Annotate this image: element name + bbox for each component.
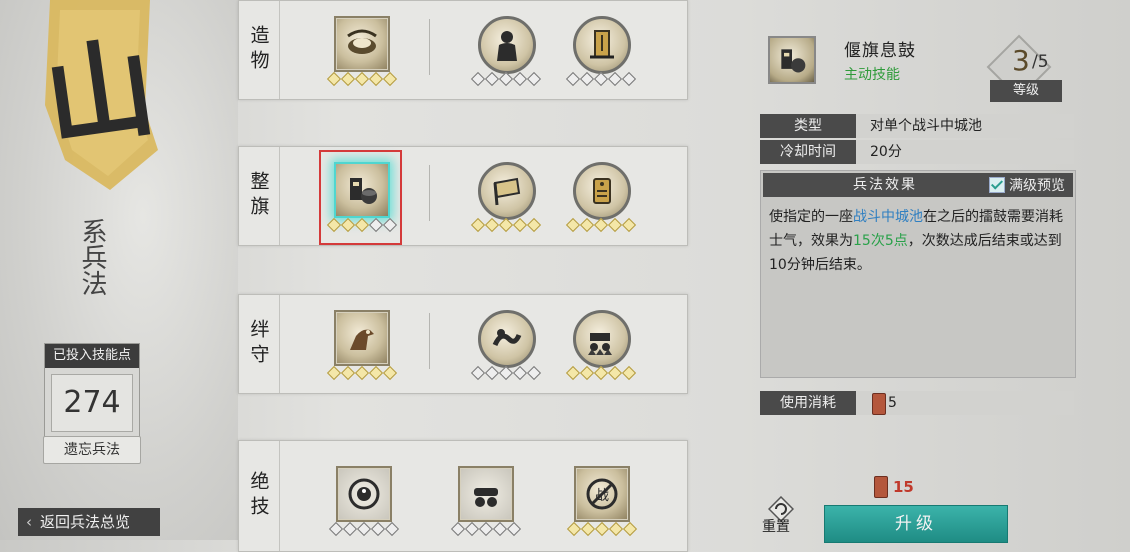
level-diamonds xyxy=(326,71,398,87)
divider xyxy=(429,19,430,75)
cost-value: 5 xyxy=(888,395,897,411)
skill-slot[interactable] xyxy=(470,305,542,389)
soldier-icon xyxy=(478,16,536,74)
skill-points-value: 274 xyxy=(51,374,133,432)
tag-icon xyxy=(573,162,631,220)
type-key: 类型 xyxy=(760,114,856,138)
tablet-icon xyxy=(573,16,631,74)
checkbox-checked-icon[interactable] xyxy=(989,177,1005,193)
effect-header: 兵法效果 满级预览 xyxy=(763,173,1073,197)
cooldown-row: 冷却时间 20分 xyxy=(760,140,1074,164)
skill-row-craft: 造物 xyxy=(238,0,688,100)
skill-slot[interactable] xyxy=(450,461,522,545)
skill-row-banner: 整旗 xyxy=(238,146,688,246)
skill-points-label: 已投入技能点 xyxy=(45,344,139,368)
selection-frame xyxy=(319,150,402,245)
level-diamonds xyxy=(326,365,398,381)
upgrade-token-icon xyxy=(874,476,888,498)
level-diamonds xyxy=(450,521,522,537)
type-row: 类型 对单个战斗中城池 xyxy=(760,114,1074,138)
no-battle-icon: 战 xyxy=(574,466,630,522)
skill-row-ultimate: 绝技 战 xyxy=(238,440,688,552)
forget-skills-button[interactable]: 遗忘兵法 xyxy=(43,436,141,464)
cannon-troop-icon xyxy=(573,310,631,368)
svg-text:战: 战 xyxy=(595,488,609,504)
skill-type: 主动技能 xyxy=(844,67,900,83)
row-label: 绊守 xyxy=(239,295,280,393)
effect-description: 使指定的一座战斗中城池在之后的擂鼓需要消耗士气，效果为15次5点，次数达成后结束… xyxy=(769,209,1063,273)
chevron-left-icon: ‹ xyxy=(26,513,32,531)
school-title: 系兵法 xyxy=(77,218,107,296)
cooldown-value: 20分 xyxy=(870,144,902,160)
cannon-icon xyxy=(458,466,514,522)
skill-slot[interactable] xyxy=(565,11,637,95)
usage-cost-row: 使用消耗 5 xyxy=(760,391,1074,415)
reset-button[interactable]: 重置 xyxy=(758,496,806,536)
level-label: 等级 xyxy=(990,80,1062,102)
effect-panel: 兵法效果 满级预览 使指定的一座战斗中城池在之后的擂鼓需要消耗士气，效果为15次… xyxy=(760,170,1076,378)
skill-slot[interactable] xyxy=(565,157,637,241)
level-diamonds xyxy=(566,521,638,537)
back-to-overview-button[interactable]: ‹ 返回兵法总览 xyxy=(18,508,160,536)
row-label: 绝技 xyxy=(239,441,280,551)
divider xyxy=(429,165,430,221)
token-icon xyxy=(872,393,886,415)
reset-label: 重置 xyxy=(762,519,790,535)
level-diamonds xyxy=(470,365,542,381)
flag-icon xyxy=(478,162,536,220)
preview-label: 满级预览 xyxy=(1009,178,1065,194)
type-value: 对单个战斗中城池 xyxy=(870,118,982,134)
level-diamonds xyxy=(565,217,637,233)
divider xyxy=(429,313,430,369)
skill-slot[interactable] xyxy=(328,461,400,545)
level-diamonds xyxy=(470,71,542,87)
row-label: 整旗 xyxy=(239,147,280,245)
highlight-value: 15次5点 xyxy=(853,233,908,249)
level-max: /5 xyxy=(1032,52,1049,72)
skill-slot[interactable] xyxy=(326,11,398,95)
upgrade-button[interactable]: 升级 xyxy=(824,505,1008,543)
row-label: 造物 xyxy=(239,1,280,99)
selected-skill-icon xyxy=(768,36,816,84)
level-diamonds xyxy=(565,71,637,87)
craft-icon xyxy=(334,16,390,72)
serpent-icon xyxy=(478,310,536,368)
skill-name: 偃旗息鼓 xyxy=(844,41,916,61)
max-level-preview-toggle[interactable]: 满级预览 xyxy=(989,176,1065,194)
skill-points-panel: 已投入技能点 274 xyxy=(44,343,140,439)
highlight-target: 战斗中城池 xyxy=(853,209,923,225)
bagua-icon xyxy=(336,466,392,522)
cost-key: 使用消耗 xyxy=(760,391,856,415)
banner-glyph: 山 xyxy=(37,24,163,164)
skill-slot[interactable] xyxy=(565,305,637,389)
skill-row-guard: 绊守 xyxy=(238,294,688,394)
skill-slot[interactable]: 战 xyxy=(566,461,638,545)
level-diamonds xyxy=(565,365,637,381)
skill-slot[interactable] xyxy=(326,305,398,389)
effect-title: 兵法效果 xyxy=(853,177,917,193)
level-diamonds xyxy=(328,521,400,537)
back-label: 返回兵法总览 xyxy=(40,513,131,531)
level-diamonds xyxy=(470,217,542,233)
skill-slot[interactable] xyxy=(470,11,542,95)
cooldown-key: 冷却时间 xyxy=(760,140,856,164)
skill-slot[interactable] xyxy=(470,157,542,241)
level-current: 3 xyxy=(1012,44,1030,77)
upgrade-cost: 15 xyxy=(893,478,914,496)
horse-icon xyxy=(334,310,390,366)
